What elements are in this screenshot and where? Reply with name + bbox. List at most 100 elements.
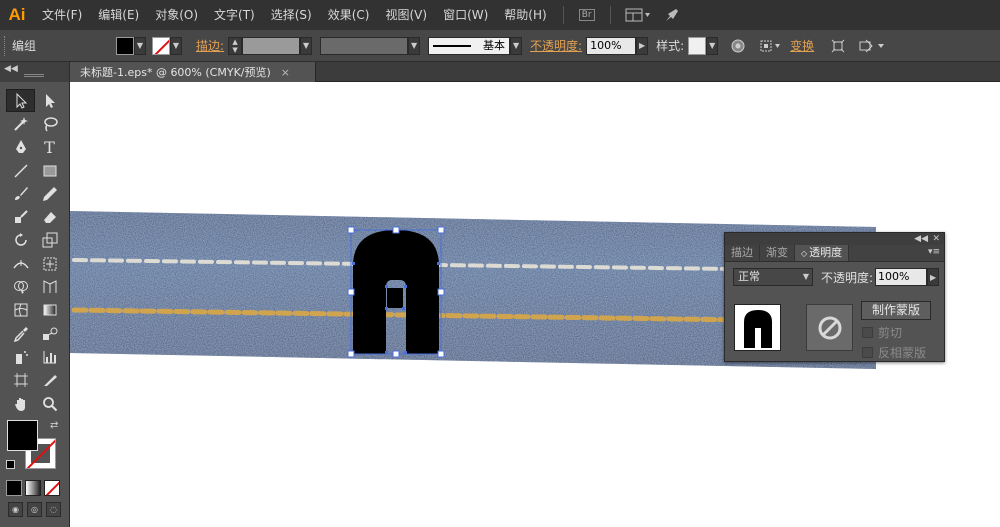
rotate-tool[interactable] bbox=[6, 229, 35, 252]
variable-width-dropdown[interactable]: ▼ bbox=[408, 36, 421, 55]
collapse-tools-icon[interactable]: ◀◀ bbox=[4, 64, 18, 74]
menu-file[interactable]: 文件(F) bbox=[34, 0, 90, 30]
isolate-group-button[interactable] bbox=[828, 37, 848, 55]
perspective-grid-tool[interactable] bbox=[35, 275, 64, 298]
object-thumbnail[interactable] bbox=[734, 304, 781, 351]
close-tab-icon[interactable]: × bbox=[281, 66, 290, 79]
gradient-tool[interactable] bbox=[35, 299, 64, 322]
variable-width-profile[interactable] bbox=[320, 36, 409, 55]
menu-window[interactable]: 窗口(W) bbox=[435, 0, 496, 30]
stroke-weight-dropdown[interactable]: ▼ bbox=[300, 36, 313, 55]
none-mode-button[interactable] bbox=[44, 480, 60, 496]
anchor-point[interactable] bbox=[437, 262, 440, 265]
pencil-tool[interactable] bbox=[35, 182, 64, 205]
paintbrush-tool[interactable] bbox=[6, 182, 35, 205]
invert-mask-checkbox[interactable] bbox=[862, 347, 873, 358]
mesh-tool[interactable] bbox=[6, 299, 35, 322]
anchor-point[interactable] bbox=[404, 351, 407, 354]
bridge-button[interactable]: Br bbox=[576, 6, 598, 24]
graphic-style-dropdown[interactable]: ▼ bbox=[706, 36, 719, 55]
document-tab[interactable]: 未标题-1.eps* @ 600% (CMYK/预览) × bbox=[70, 62, 316, 82]
make-mask-button[interactable]: 制作蒙版 bbox=[861, 301, 931, 320]
anchor-point[interactable] bbox=[404, 285, 407, 288]
menu-type[interactable]: 文字(T) bbox=[206, 0, 263, 30]
blend-mode-select[interactable]: 正常 ▼ bbox=[733, 268, 813, 286]
blend-tool[interactable] bbox=[35, 322, 64, 345]
anchor-point[interactable] bbox=[402, 307, 405, 310]
menu-edit[interactable]: 编辑(E) bbox=[90, 0, 147, 30]
rectangle-tool[interactable] bbox=[35, 159, 64, 182]
opacity-input[interactable]: 100% bbox=[586, 36, 637, 55]
stroke-weight-stepper[interactable]: ▲ ▼ bbox=[228, 36, 243, 55]
draw-normal-button[interactable]: ◉ bbox=[8, 502, 23, 517]
anchor-point[interactable] bbox=[385, 285, 388, 288]
recolor-artwork-button[interactable] bbox=[728, 37, 748, 55]
lasso-tool[interactable] bbox=[35, 112, 64, 135]
handle-mr[interactable] bbox=[437, 288, 445, 296]
stroke-weight-label[interactable]: 描边: bbox=[196, 37, 224, 54]
shape-builder-tool[interactable] bbox=[6, 275, 35, 298]
menu-help[interactable]: 帮助(H) bbox=[496, 0, 554, 30]
panel-title-bar[interactable]: ◀◀ ✕ bbox=[725, 233, 944, 245]
slice-tool[interactable] bbox=[35, 369, 64, 392]
symbol-sprayer-tool[interactable] bbox=[6, 345, 35, 368]
width-tool[interactable] bbox=[6, 252, 35, 275]
tools-panel-header[interactable]: ◀◀ bbox=[0, 62, 69, 82]
handle-tl[interactable] bbox=[347, 226, 355, 234]
handle-br[interactable] bbox=[437, 350, 445, 358]
opacity-label[interactable]: 不透明度: bbox=[530, 37, 582, 54]
color-mode-button[interactable] bbox=[6, 480, 22, 496]
selection-tool[interactable] bbox=[6, 89, 35, 113]
stroke-weight-input[interactable] bbox=[242, 36, 301, 55]
opacity-input[interactable]: 100% bbox=[875, 268, 928, 286]
free-transform-tool[interactable] bbox=[35, 252, 64, 275]
direct-selection-tool[interactable] bbox=[35, 89, 64, 112]
fill-color-box[interactable] bbox=[7, 420, 38, 451]
blob-brush-tool[interactable] bbox=[6, 205, 35, 228]
tab-transparency[interactable]: ◇ 透明度 bbox=[795, 245, 850, 261]
panel-options-button[interactable] bbox=[856, 37, 890, 55]
line-segment-tool[interactable] bbox=[6, 159, 35, 182]
graphic-style-swatch[interactable] bbox=[688, 36, 707, 55]
handle-ml[interactable] bbox=[347, 288, 355, 296]
handle-tm[interactable] bbox=[392, 226, 400, 234]
scale-tool[interactable] bbox=[35, 229, 64, 252]
menu-select[interactable]: 选择(S) bbox=[263, 0, 320, 30]
panel-menu-icon[interactable]: ▾≡ bbox=[928, 247, 940, 257]
draw-behind-button[interactable]: ◎ bbox=[27, 502, 42, 517]
eyedropper-tool[interactable] bbox=[6, 322, 35, 345]
mask-thumbnail[interactable] bbox=[806, 304, 853, 351]
transform-label[interactable]: 变换 bbox=[790, 37, 814, 54]
eraser-tool[interactable] bbox=[35, 205, 64, 228]
arrange-documents-button[interactable] bbox=[623, 6, 653, 24]
artboard-tool[interactable] bbox=[6, 369, 35, 392]
type-tool[interactable]: T bbox=[35, 136, 64, 159]
swap-fill-stroke-icon[interactable]: ⇄ bbox=[50, 420, 58, 431]
stroke-color-swatch[interactable] bbox=[152, 36, 170, 55]
menu-effect[interactable]: 效果(C) bbox=[320, 0, 378, 30]
fill-color-swatch[interactable] bbox=[116, 36, 134, 55]
pen-tool[interactable] bbox=[6, 136, 35, 159]
column-graph-tool[interactable] bbox=[35, 345, 64, 368]
opacity-slider-button[interactable]: ▶ bbox=[927, 268, 940, 286]
handle-tr[interactable] bbox=[437, 226, 445, 234]
gradient-mode-button[interactable] bbox=[25, 480, 41, 496]
stroke-color-dropdown[interactable]: ▼ bbox=[170, 36, 182, 55]
gpu-performance-button[interactable] bbox=[661, 6, 683, 24]
magic-wand-tool[interactable] bbox=[6, 112, 35, 135]
hand-tool[interactable] bbox=[6, 392, 35, 415]
default-colors-icon[interactable] bbox=[6, 460, 15, 469]
brush-definition-field[interactable]: 基本 bbox=[428, 36, 511, 55]
handle-bm[interactable] bbox=[392, 350, 400, 358]
close-panel-icon[interactable]: ✕ bbox=[932, 233, 940, 245]
opacity-slider-button[interactable]: ▶ bbox=[636, 36, 649, 55]
zoom-tool[interactable] bbox=[35, 392, 64, 415]
draw-inside-button[interactable]: ◌ bbox=[46, 502, 61, 517]
tab-stroke[interactable]: 描边 bbox=[725, 245, 760, 261]
menu-view[interactable]: 视图(V) bbox=[377, 0, 435, 30]
collapse-panel-icon[interactable]: ◀◀ bbox=[914, 233, 928, 245]
clip-checkbox[interactable] bbox=[862, 327, 873, 338]
menu-object[interactable]: 对象(O) bbox=[147, 0, 206, 30]
app-logo[interactable]: Ai bbox=[0, 0, 34, 30]
control-bar-grip[interactable] bbox=[4, 35, 8, 56]
